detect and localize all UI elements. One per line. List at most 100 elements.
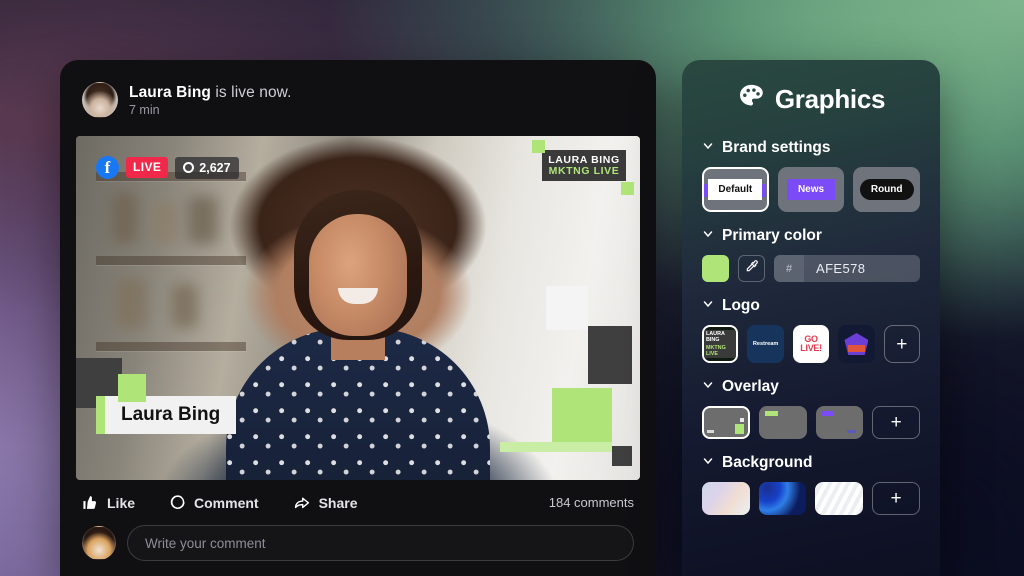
- video-badge-group: f LIVE 2,627: [96, 156, 239, 179]
- hex-prefix: #: [774, 255, 804, 282]
- background-pastel[interactable]: [702, 482, 750, 515]
- shelf-object-5: [172, 284, 198, 328]
- overlay-accent-green: [765, 411, 778, 416]
- brand-settings-header[interactable]: Brand settings: [702, 139, 920, 157]
- primary-color-swatch[interactable]: [702, 255, 729, 282]
- background-header[interactable]: Background: [702, 454, 920, 472]
- overlay-deco-dark-square: [588, 326, 632, 384]
- viewers-eye-icon: [183, 162, 194, 173]
- hex-value[interactable]: AFE578: [804, 261, 865, 276]
- thumbs-up-icon: [82, 494, 99, 511]
- chevron-down-icon: [702, 139, 714, 157]
- eyedropper-icon: [745, 259, 759, 278]
- chevron-down-icon: [702, 454, 714, 472]
- chevron-down-icon: [702, 297, 714, 315]
- overlay-accent-white: [740, 418, 744, 422]
- comment-count: 184 comments: [549, 495, 634, 510]
- comment-input[interactable]: [127, 525, 634, 561]
- brand-preset-default[interactable]: Default: [702, 167, 769, 212]
- current-user-avatar[interactable]: [82, 526, 116, 560]
- overlay-accent-green: [735, 424, 744, 434]
- corner-logo-accent-top: [532, 140, 545, 153]
- brand-preset-default-label: Default: [708, 179, 762, 200]
- post-action-bar: Like Comment Share 184 comments: [60, 480, 656, 521]
- overlay-deco-green-bar: [500, 442, 612, 452]
- overlay-option-2[interactable]: [759, 406, 807, 439]
- post-timestamp: 7 min: [129, 103, 292, 117]
- primary-color-label: Primary color: [722, 227, 822, 245]
- corner-brand-logo: LAURA BING MKTNG LIVE: [542, 150, 626, 181]
- post-headline: Laura Bing is live now.: [129, 84, 292, 102]
- brand-preset-list: Default News Round: [702, 167, 920, 212]
- facebook-post-card: Laura Bing is live now. 7 min f: [60, 60, 656, 576]
- background-white-lines[interactable]: [815, 482, 863, 515]
- overlay-header[interactable]: Overlay: [702, 378, 920, 396]
- eyedropper-button[interactable]: [738, 255, 765, 282]
- logo-restream-text: Restream: [753, 341, 779, 347]
- lower-third-accent-square: [118, 374, 146, 402]
- post-header: Laura Bing is live now. 7 min: [60, 60, 656, 130]
- facebook-icon: f: [96, 156, 119, 179]
- lower-third-accent-bar: [96, 396, 105, 434]
- overlay-deco-dark-dot: [612, 446, 632, 466]
- overlay-option-1[interactable]: [702, 406, 750, 439]
- section-overlay: Overlay +: [702, 378, 920, 439]
- star-badge-icon: [844, 333, 868, 355]
- logo-go-live[interactable]: GO LIVE!: [793, 325, 829, 363]
- add-background-button[interactable]: +: [872, 482, 920, 515]
- chevron-down-icon: [702, 378, 714, 396]
- live-badge: LIVE: [126, 157, 168, 178]
- primary-color-row: # AFE578: [702, 255, 920, 282]
- comment-bubble-icon: [169, 494, 186, 511]
- logo-laura-bing-text: LAURA BING MKTNG LIVE: [704, 330, 736, 358]
- overlay-deco-green-square: [552, 388, 612, 442]
- section-logo: Logo LAURA BING MKTNG LIVE Restream GO L…: [702, 297, 920, 363]
- logo-line-1: LAURA BING: [704, 330, 736, 344]
- lower-third-name-banner: Laura Bing: [96, 396, 236, 434]
- brand-preset-default-preview: Default: [708, 179, 762, 200]
- comment-label: Comment: [194, 495, 259, 511]
- share-arrow-icon: [293, 494, 311, 511]
- logo-laura-bing[interactable]: LAURA BING MKTNG LIVE: [702, 325, 738, 363]
- video-subject: [223, 184, 493, 480]
- sidebar-title-row: Graphics: [702, 82, 920, 117]
- brand-preset-round-preview: Round: [860, 179, 914, 200]
- brand-preset-news[interactable]: News: [778, 167, 845, 212]
- hex-color-field[interactable]: # AFE578: [774, 255, 920, 282]
- logo-list: LAURA BING MKTNG LIVE Restream GO LIVE! …: [702, 325, 920, 363]
- shelf-object-1: [112, 192, 138, 244]
- logo-line-2: MKTNG LIVE: [704, 344, 736, 358]
- palette-icon: [737, 82, 765, 117]
- add-overlay-button[interactable]: +: [872, 406, 920, 439]
- overlay-accent-bar: [707, 430, 714, 433]
- share-label: Share: [319, 495, 358, 511]
- post-header-text: Laura Bing is live now. 7 min: [129, 84, 292, 117]
- primary-color-header[interactable]: Primary color: [702, 227, 920, 245]
- post-author-name[interactable]: Laura Bing: [129, 84, 211, 101]
- live-video-player[interactable]: f LIVE 2,627 LAURA BING MKTNG LIVE Laura…: [76, 136, 640, 480]
- overlay-accent-blue: [847, 430, 856, 433]
- share-button[interactable]: Share: [293, 494, 358, 511]
- logo-restream[interactable]: Restream: [747, 325, 783, 363]
- post-status-text: is live now.: [211, 84, 292, 101]
- brand-preset-news-label: News: [787, 179, 835, 200]
- chevron-down-icon: [702, 227, 714, 245]
- overlay-option-3[interactable]: [816, 406, 864, 439]
- shelf-object-3: [188, 196, 218, 244]
- viewer-count-value: 2,627: [199, 161, 230, 175]
- overlay-accent-purple: [822, 411, 833, 416]
- viewer-count-badge: 2,627: [175, 157, 238, 179]
- author-avatar[interactable]: [82, 82, 118, 118]
- logo-header[interactable]: Logo: [702, 297, 920, 315]
- logo-star-badge[interactable]: [838, 325, 874, 363]
- shelf-object-4: [116, 278, 146, 328]
- brand-preset-round[interactable]: Round: [853, 167, 920, 212]
- like-button[interactable]: Like: [82, 494, 135, 511]
- background-blue-wave[interactable]: [759, 482, 807, 515]
- overlay-deco-white-square: [546, 286, 588, 330]
- comment-button[interactable]: Comment: [169, 494, 259, 511]
- section-primary-color: Primary color # AFE578: [702, 227, 920, 282]
- like-label: Like: [107, 495, 135, 511]
- section-background: Background +: [702, 454, 920, 515]
- add-logo-button[interactable]: +: [884, 325, 920, 363]
